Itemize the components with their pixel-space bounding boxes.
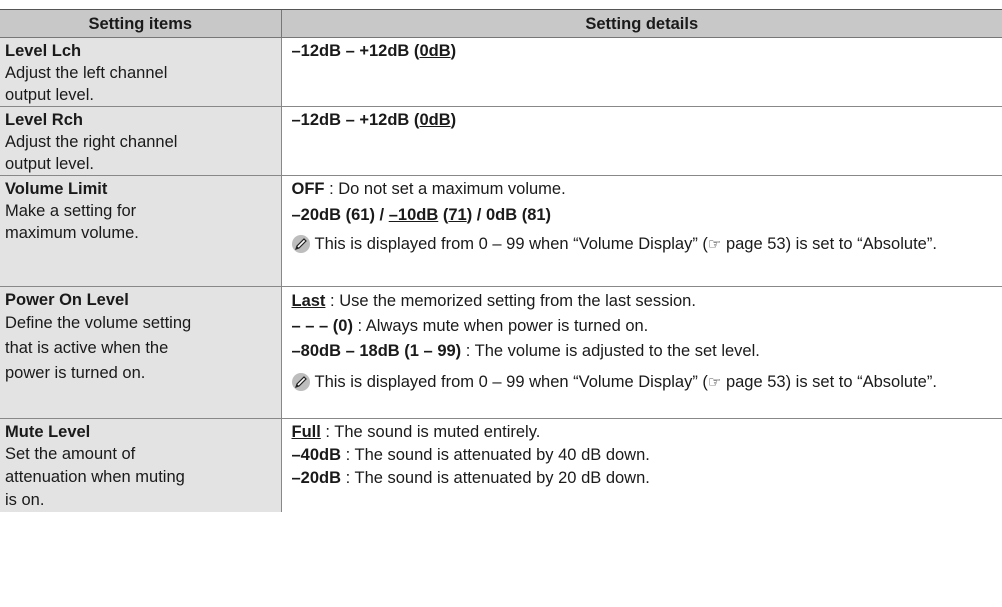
description-line: Define the volume setting [5, 314, 192, 332]
option-label: –20dB [291, 469, 342, 487]
option-text: : The sound is attenuated by 20 dB down. [341, 469, 650, 487]
option-line: –80dB – 18dB (1 – 99) : The volume is ad… [292, 339, 997, 364]
note-text-part: This is displayed from 0 – 99 when “Volu… [314, 373, 708, 391]
setting-item-cell: Level Lch Adjust the left channel output… [0, 37, 281, 107]
option-label: Full [291, 423, 321, 441]
note-text: This is displayed from 0 – 99 when “Volu… [315, 371, 997, 394]
description-line: power is turned on. [5, 364, 146, 382]
table-row: Level Rch Adjust the right channel outpu… [0, 106, 1002, 176]
description-line: attenuation when muting [5, 468, 185, 486]
description-line: output level. [5, 155, 94, 173]
option-label: –80dB – 18dB (1 – 99) [291, 342, 462, 360]
description-line: Adjust the left channel [5, 64, 168, 82]
table-row: Mute Level Set the amount of attenuation… [0, 418, 1002, 512]
setting-detail-cell: Full : The sound is muted entirely. –40d… [280, 418, 1002, 512]
note-text-part: This is displayed from 0 – 99 when “Volu… [314, 235, 708, 253]
description-line: Make a setting for [5, 202, 137, 220]
setting-detail-cell: OFF : Do not set a maximum volume. –20dB… [280, 175, 1002, 287]
setting-item-cell: Level Rch Adjust the right channel outpu… [0, 106, 281, 176]
table-row: Level Lch Adjust the left channel output… [0, 37, 1002, 107]
option-line: –20dB : The sound is attenuated by 20 dB… [292, 467, 997, 490]
option-text: : Always mute when power is turned on. [352, 317, 649, 335]
description-line: output level. [5, 86, 94, 104]
default-value: –10dB [388, 206, 439, 224]
pencil-icon [291, 235, 310, 253]
setting-item-cell: Volume Limit Make a setting for maximum … [0, 175, 281, 287]
default-value: 71 [448, 206, 467, 224]
option-text: ( [438, 206, 449, 224]
note: This is displayed from 0 – 99 when “Volu… [291, 233, 997, 256]
setting-item-description: Make a setting for maximum volume. [5, 200, 275, 244]
setting-item-description: Define the volume setting that is active… [5, 311, 275, 386]
pointing-hand-icon: ☞ [707, 374, 722, 391]
option-text: : Use the memorized setting from the las… [325, 292, 696, 310]
option-line: –40dB : The sound is attenuated by 40 dB… [292, 444, 997, 467]
description-line: is on. [5, 491, 45, 509]
note-text-part: page 53) is set to “Absolute”. [721, 235, 937, 253]
column-header-setting-details: Setting details [280, 9, 1002, 38]
default-value: 0dB [419, 42, 451, 60]
option-label: OFF [291, 180, 325, 198]
table-header-row: Setting items Setting details [0, 9, 1002, 38]
setting-item-cell: Power On Level Define the volume setting… [0, 286, 281, 419]
setting-item-title: Level Lch [5, 42, 82, 60]
note-text-part: page 53) is set to “Absolute”. [721, 373, 937, 391]
option-line: Full : The sound is muted entirely. [292, 421, 997, 444]
option-text: : Do not set a maximum volume. [324, 180, 566, 198]
option-text: ) / 0dB (81) [466, 206, 552, 224]
option-line: Last : Use the memorized setting from th… [292, 289, 997, 314]
setting-detail-cell: –12dB – +12dB (0dB) [280, 37, 1002, 107]
option-label: –40dB [291, 446, 342, 464]
setting-range: –12dB – +12dB (0dB) [292, 40, 997, 62]
setting-item-description: Set the amount of attenuation when mutin… [5, 443, 275, 512]
setting-range: –12dB – +12dB (0dB) [292, 109, 997, 131]
range-text: ) [450, 42, 457, 60]
range-text: –12dB – +12dB ( [291, 42, 420, 60]
option-line: OFF : Do not set a maximum volume. [292, 178, 997, 200]
setting-detail-cell: Last : Use the memorized setting from th… [280, 286, 1002, 419]
option-text: : The sound is attenuated by 40 dB down. [341, 446, 650, 464]
setting-item-title: Mute Level [5, 423, 91, 441]
description-line: that is active when the [5, 339, 169, 357]
setting-item-title: Power On Level [5, 291, 129, 309]
setting-item-title: Level Rch [5, 111, 83, 129]
range-text: ) [450, 111, 457, 129]
setting-item-description: Adjust the left channel output level. [5, 62, 275, 106]
setting-item-description: Adjust the right channel output level. [5, 131, 275, 175]
range-text: –12dB – +12dB ( [291, 111, 420, 129]
note-text: This is displayed from 0 – 99 when “Volu… [315, 233, 997, 256]
pointing-hand-icon: ☞ [707, 236, 722, 253]
default-value: 0dB [419, 111, 451, 129]
option-line: –20dB (61) / –10dB (71) / 0dB (81) [292, 204, 997, 226]
option-label: Last [291, 292, 326, 310]
option-text: : The volume is adjusted to the set leve… [461, 342, 760, 360]
setting-item-title: Volume Limit [5, 180, 108, 198]
setting-item-cell: Mute Level Set the amount of attenuation… [0, 418, 281, 512]
setting-detail-cell: –12dB – +12dB (0dB) [280, 106, 1002, 176]
note: This is displayed from 0 – 99 when “Volu… [291, 371, 997, 394]
description-line: Set the amount of [5, 445, 136, 463]
settings-table: Setting items Setting details Level Lch … [0, 9, 1002, 512]
option-line: – – – (0) : Always mute when power is tu… [292, 314, 997, 339]
option-label: – – – (0) [291, 317, 353, 335]
pencil-icon [291, 373, 310, 391]
option-text: –20dB (61) / [291, 206, 389, 224]
table-row: Volume Limit Make a setting for maximum … [0, 175, 1002, 287]
column-header-setting-items: Setting items [0, 9, 281, 38]
table-row: Power On Level Define the volume setting… [0, 286, 1002, 419]
description-line: maximum volume. [5, 224, 139, 242]
description-line: Adjust the right channel [5, 133, 178, 151]
option-text: : The sound is muted entirely. [320, 423, 541, 441]
